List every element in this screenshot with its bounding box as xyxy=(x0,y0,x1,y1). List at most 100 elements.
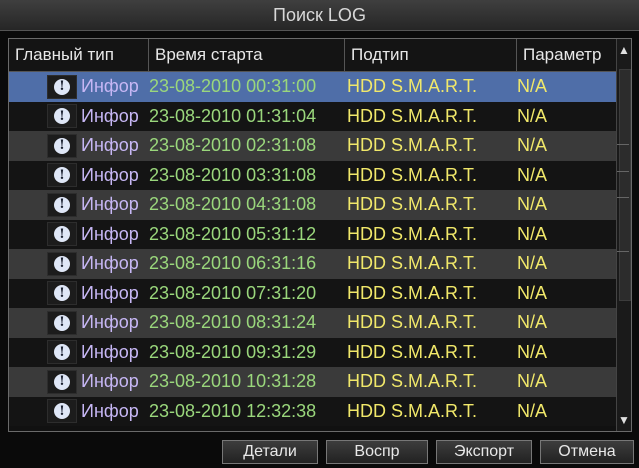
row-icon-cell: ! xyxy=(47,369,77,394)
cell-subtype: HDD S.M.A.R.T. xyxy=(347,105,478,126)
table-row[interactable]: ! Инфор 23-08-2010 00:31:00 HDD S.M.A.R.… xyxy=(9,72,619,102)
cell-subtype: HDD S.M.A.R.T. xyxy=(347,400,478,421)
scroll-tick xyxy=(617,144,629,145)
row-icon-cell: ! xyxy=(47,251,77,276)
cell-subtype: HDD S.M.A.R.T. xyxy=(347,135,478,156)
column-header-parameter[interactable]: Параметр xyxy=(517,39,619,71)
scroll-up-icon[interactable]: ▲ xyxy=(617,39,631,61)
details-button[interactable]: Детали xyxy=(222,440,318,464)
cell-subtype: HDD S.M.A.R.T. xyxy=(347,194,478,215)
info-icon: ! xyxy=(54,226,70,243)
cell-main-type: Инфор xyxy=(81,76,139,97)
cell-main-type: Инфор xyxy=(81,312,139,333)
table-body: ! Инфор 23-08-2010 00:31:00 HDD S.M.A.R.… xyxy=(9,72,619,429)
scroll-thumb[interactable] xyxy=(619,69,631,301)
info-icon: ! xyxy=(54,314,70,331)
cell-subtype: HDD S.M.A.R.T. xyxy=(347,341,478,362)
log-table: Главный тип Время старта Подтип Параметр… xyxy=(8,38,632,432)
table-header: Главный тип Время старта Подтип Параметр xyxy=(9,39,619,72)
cell-main-type: Инфор xyxy=(81,282,139,303)
table-row[interactable]: ! Инфор 23-08-2010 02:31:08 HDD S.M.A.R.… xyxy=(9,131,619,161)
scroll-tick xyxy=(617,171,629,172)
play-button[interactable]: Воспр xyxy=(326,440,428,464)
cell-start-time: 23-08-2010 06:31:16 xyxy=(149,253,317,274)
table-row[interactable]: ! Инфор 23-08-2010 08:31:24 HDD S.M.A.R.… xyxy=(9,308,619,338)
row-icon-cell: ! xyxy=(47,281,77,306)
row-icon-cell: ! xyxy=(47,310,77,335)
row-icon-cell: ! xyxy=(47,74,77,99)
info-icon: ! xyxy=(54,373,70,390)
cell-parameter: N/A xyxy=(517,135,548,156)
scroll-down-icon[interactable]: ▼ xyxy=(617,409,631,431)
cell-parameter: N/A xyxy=(517,371,548,392)
cell-start-time: 23-08-2010 01:31:04 xyxy=(149,105,317,126)
info-icon: ! xyxy=(54,78,70,95)
info-icon: ! xyxy=(54,108,70,125)
cell-main-type: Инфор xyxy=(81,135,139,156)
cell-main-type: Инфор xyxy=(81,371,139,392)
cell-parameter: N/A xyxy=(517,194,548,215)
cell-subtype: HDD S.M.A.R.T. xyxy=(347,164,478,185)
scroll-tick xyxy=(617,251,629,252)
cell-main-type: Инфор xyxy=(81,341,139,362)
cell-main-type: Инфор xyxy=(81,223,139,244)
info-icon: ! xyxy=(54,137,70,154)
row-icon-cell: ! xyxy=(47,133,77,158)
cell-parameter: N/A xyxy=(517,400,548,421)
cell-start-time: 23-08-2010 00:31:00 xyxy=(149,76,317,97)
cell-subtype: HDD S.M.A.R.T. xyxy=(347,371,478,392)
cell-parameter: N/A xyxy=(517,312,548,333)
cell-parameter: N/A xyxy=(517,105,548,126)
cell-start-time: 23-08-2010 05:31:12 xyxy=(149,223,317,244)
cell-parameter: N/A xyxy=(517,164,548,185)
cell-subtype: HDD S.M.A.R.T. xyxy=(347,76,478,97)
row-icon-cell: ! xyxy=(47,340,77,365)
cell-main-type: Инфор xyxy=(81,105,139,126)
column-header-subtype[interactable]: Подтип xyxy=(345,39,517,71)
cell-parameter: N/A xyxy=(517,76,548,97)
info-icon: ! xyxy=(54,196,70,213)
table-row[interactable]: ! Инфор 23-08-2010 09:31:29 HDD S.M.A.R.… xyxy=(9,337,619,367)
row-icon-cell: ! xyxy=(47,399,77,424)
table-row[interactable]: ! Инфор 23-08-2010 04:31:08 HDD S.M.A.R.… xyxy=(9,190,619,220)
table-row[interactable]: ! Инфор 23-08-2010 12:32:38 HDD S.M.A.R.… xyxy=(9,396,619,426)
cell-start-time: 23-08-2010 09:31:29 xyxy=(149,341,317,362)
table-row[interactable]: ! Инфор 23-08-2010 06:31:16 HDD S.M.A.R.… xyxy=(9,249,619,279)
cell-start-time: 23-08-2010 07:31:20 xyxy=(149,282,317,303)
row-icon-cell: ! xyxy=(47,104,77,129)
cell-start-time: 23-08-2010 03:31:08 xyxy=(149,164,317,185)
cell-main-type: Инфор xyxy=(81,164,139,185)
vertical-scrollbar[interactable]: ▲ ▼ xyxy=(616,39,631,431)
column-header-start-time[interactable]: Время старта xyxy=(149,39,345,71)
cell-start-time: 23-08-2010 08:31:24 xyxy=(149,312,317,333)
cell-start-time: 23-08-2010 04:31:08 xyxy=(149,194,317,215)
cell-start-time: 23-08-2010 02:31:08 xyxy=(149,135,317,156)
cell-subtype: HDD S.M.A.R.T. xyxy=(347,253,478,274)
table-row[interactable]: ! Инфор 23-08-2010 01:31:04 HDD S.M.A.R.… xyxy=(9,101,619,131)
column-header-main-type[interactable]: Главный тип xyxy=(9,39,149,71)
cell-parameter: N/A xyxy=(517,253,548,274)
table-row[interactable]: ! Инфор 23-08-2010 03:31:08 HDD S.M.A.R.… xyxy=(9,160,619,190)
cell-main-type: Инфор xyxy=(81,194,139,215)
log-search-window: Поиск LOG Главный тип Время старта Подти… xyxy=(0,0,639,468)
table-row[interactable]: ! Инфор 23-08-2010 10:31:28 HDD S.M.A.R.… xyxy=(9,367,619,397)
table-row[interactable]: ! Инфор 23-08-2010 07:31:20 HDD S.M.A.R.… xyxy=(9,278,619,308)
row-icon-cell: ! xyxy=(47,192,77,217)
row-icon-cell: ! xyxy=(47,222,77,247)
cell-start-time: 23-08-2010 12:32:38 xyxy=(149,400,317,421)
table-row[interactable]: ! Инфор 23-08-2010 05:31:12 HDD S.M.A.R.… xyxy=(9,219,619,249)
button-bar: Детали Воспр Экспорт Отмена xyxy=(0,432,639,468)
info-icon: ! xyxy=(54,403,70,420)
cell-parameter: N/A xyxy=(517,282,548,303)
cell-start-time: 23-08-2010 10:31:28 xyxy=(149,371,317,392)
cancel-button[interactable]: Отмена xyxy=(540,440,634,464)
info-icon: ! xyxy=(54,167,70,184)
cell-parameter: N/A xyxy=(517,341,548,362)
info-icon: ! xyxy=(54,285,70,302)
cell-subtype: HDD S.M.A.R.T. xyxy=(347,223,478,244)
cell-parameter: N/A xyxy=(517,223,548,244)
cell-subtype: HDD S.M.A.R.T. xyxy=(347,312,478,333)
cell-main-type: Инфор xyxy=(81,253,139,274)
export-button[interactable]: Экспорт xyxy=(436,440,532,464)
window-title: Поиск LOG xyxy=(0,0,639,31)
